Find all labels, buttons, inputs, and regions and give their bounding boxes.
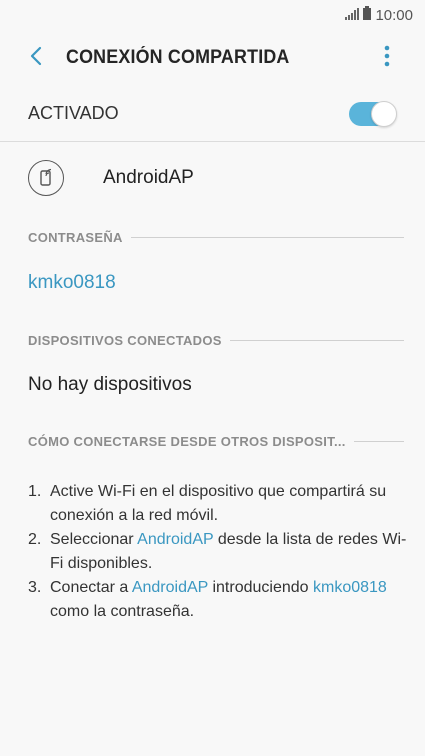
divider	[229, 340, 404, 341]
instruction-text-part: Active Wi-Fi en el dispositivo que compa…	[50, 483, 387, 524]
status-bar: 10:00	[0, 0, 425, 30]
instruction-text: Active Wi-Fi en el dispositivo que compa…	[50, 480, 408, 528]
network-name-row[interactable]: AndroidAP	[0, 150, 425, 206]
devices-header-label: DISPOSITIVOS CONECTADOS	[28, 333, 222, 348]
instruction-text: Conectar a AndroidAP introduciendo kmko0…	[50, 576, 408, 624]
item-number: 2.	[28, 531, 42, 548]
divider	[353, 441, 404, 442]
devices-section-header: DISPOSITIVOS CONECTADOS	[28, 333, 404, 348]
more-vert-icon	[384, 45, 390, 72]
item-number: 1.	[28, 483, 42, 500]
password-section-header: CONTRASEÑA	[28, 230, 404, 245]
howto-header-label: CÓMO CONECTARSE DESDE OTROS DISPOSIT...	[28, 434, 346, 449]
item-number: 3.	[28, 579, 42, 596]
instruction-item: 2. Seleccionar AndroidAP desde la lista …	[28, 528, 408, 576]
network-name: AndroidAP	[103, 167, 194, 188]
instruction-text-part: Conectar a	[50, 579, 132, 596]
divider	[130, 237, 404, 238]
password-value[interactable]: kmko0818	[28, 272, 116, 294]
toggle-knob	[371, 100, 397, 127]
instruction-text: Seleccionar AndroidAP desde la lista de …	[50, 528, 408, 576]
instruction-text-part: como la contraseña.	[50, 603, 195, 620]
hotspot-phone-icon	[28, 160, 64, 196]
password-highlight: kmko0818	[313, 579, 387, 596]
instruction-text-part: Seleccionar	[50, 531, 138, 548]
status-time: 10:00	[375, 6, 413, 24]
switch-label: ACTIVADO	[28, 103, 119, 123]
back-button[interactable]	[12, 34, 60, 82]
instructions-list: 1. Active Wi-Fi en el dispositivo que co…	[28, 480, 408, 624]
network-name-highlight: AndroidAP	[137, 531, 214, 548]
no-devices-text: No hay dispositivos	[28, 374, 192, 395]
howto-section-header: CÓMO CONECTARSE DESDE OTROS DISPOSIT...	[28, 434, 404, 449]
page-title: CONEXIÓN COMPARTIDA	[66, 47, 290, 68]
battery-icon	[363, 6, 372, 24]
app-bar: CONEXIÓN COMPARTIDA	[0, 30, 425, 86]
instruction-item: 3. Conectar a AndroidAP introduciendo km…	[28, 576, 408, 624]
instruction-text-part: introduciendo	[208, 579, 313, 596]
hotspot-switch-row[interactable]: ACTIVADO	[0, 86, 425, 142]
instruction-item: 1. Active Wi-Fi en el dispositivo que co…	[28, 480, 408, 528]
hotspot-toggle[interactable]	[349, 100, 397, 127]
more-options-button[interactable]	[367, 34, 407, 82]
network-name-highlight: AndroidAP	[131, 579, 209, 596]
password-header-label: CONTRASEÑA	[28, 230, 123, 245]
signal-icon	[345, 7, 360, 24]
back-arrow-icon	[29, 46, 43, 71]
